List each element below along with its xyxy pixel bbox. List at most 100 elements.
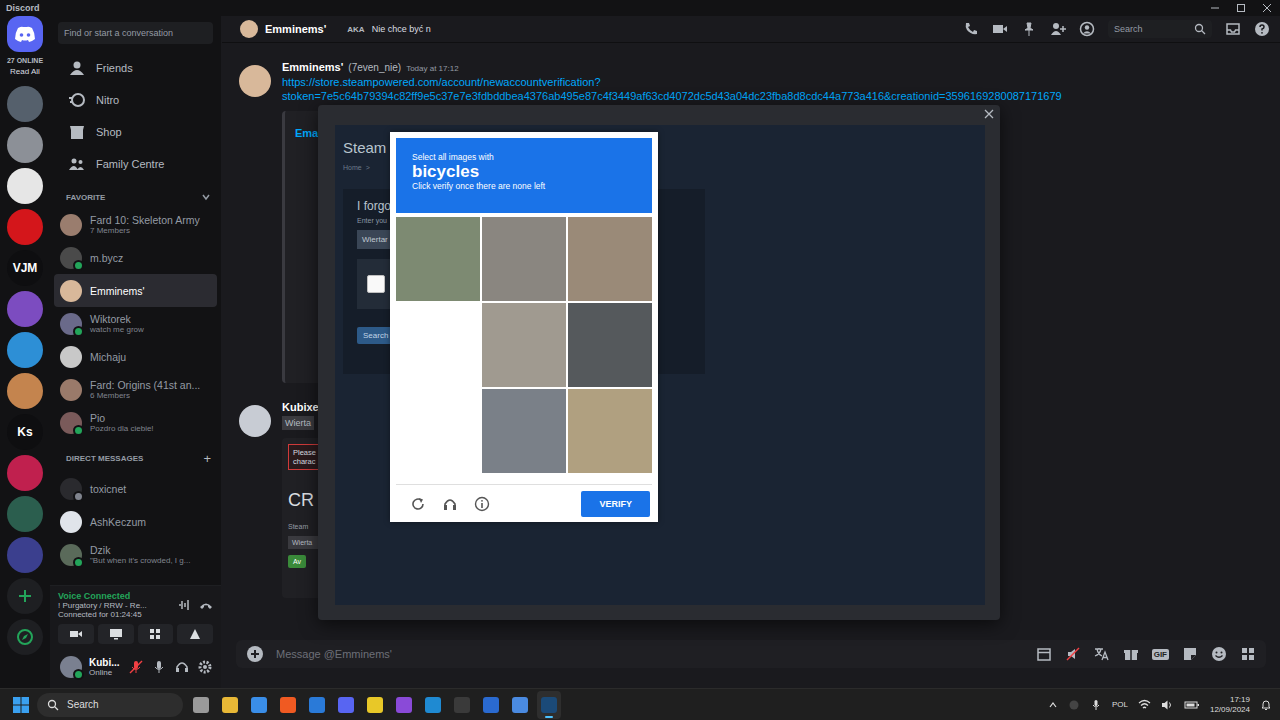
captcha-tile[interactable] <box>482 217 566 301</box>
captcha-tile[interactable] <box>396 303 480 387</box>
add-dm-button[interactable]: + <box>203 451 211 466</box>
apps-icon[interactable] <box>1240 646 1256 662</box>
calendar-icon[interactable] <box>1036 646 1052 662</box>
nav-item[interactable]: Nitro <box>56 84 215 116</box>
server-icon[interactable] <box>7 168 43 204</box>
language-indicator[interactable]: POL <box>1112 700 1128 709</box>
emoji-icon[interactable] <box>1211 646 1227 662</box>
microphone-icon[interactable] <box>1090 699 1102 711</box>
taskbar-app[interactable] <box>392 691 416 719</box>
breadcrumb-item[interactable]: Home <box>343 164 362 171</box>
conversation-item[interactable]: Wiktorekwatch me grow <box>54 307 217 340</box>
captcha-tile[interactable] <box>482 389 566 473</box>
notification-bell-icon[interactable] <box>1260 699 1272 711</box>
favorite-header[interactable]: FAVORITE <box>50 180 221 208</box>
reload-icon[interactable] <box>410 496 426 512</box>
conversation-item[interactable]: PioPozdro dla ciebie! <box>54 406 217 439</box>
attach-icon[interactable] <box>246 645 264 663</box>
speaker-icon[interactable] <box>1161 699 1174 711</box>
embed-title[interactable]: Ema <box>295 127 318 139</box>
server-icon[interactable] <box>7 496 43 532</box>
breadcrumb-item[interactable]: > <box>366 164 370 171</box>
add-friend-icon[interactable] <box>1050 21 1066 37</box>
taskbar-app[interactable] <box>421 691 445 719</box>
chevron-up-icon[interactable] <box>1048 700 1058 710</box>
server-icon[interactable] <box>7 209 43 245</box>
message-input[interactable]: Message @Emminems' <box>276 648 1024 660</box>
taskbar-app[interactable] <box>537 691 561 719</box>
gif-button[interactable]: GIF <box>1152 649 1169 660</box>
verify-button[interactable]: VERIFY <box>581 491 650 517</box>
header-search[interactable]: Search <box>1108 20 1212 38</box>
sticker-icon[interactable] <box>1182 646 1198 662</box>
close-icon[interactable] <box>984 109 994 119</box>
video-icon[interactable] <box>992 21 1008 37</box>
conversation-item[interactable]: m.bycz <box>54 241 217 274</box>
server-icon[interactable] <box>7 291 43 327</box>
captcha-tile[interactable] <box>568 303 652 387</box>
message-avatar[interactable] <box>239 65 271 97</box>
message-author[interactable]: Emminems' <box>282 61 343 73</box>
phone-icon[interactable] <box>963 21 979 37</box>
headphones-icon[interactable] <box>174 659 190 675</box>
taskbar-app[interactable] <box>218 691 242 719</box>
captcha-tile[interactable] <box>568 389 652 473</box>
home-button[interactable] <box>7 16 43 52</box>
activities-button[interactable] <box>138 624 174 644</box>
taskbar-app[interactable] <box>189 691 213 719</box>
server-icon[interactable] <box>7 537 43 573</box>
windows-start-icon[interactable] <box>13 697 29 713</box>
wifi-icon[interactable] <box>1138 699 1151 711</box>
taskbar-app[interactable] <box>247 691 271 719</box>
server-icon[interactable] <box>7 455 43 491</box>
taskbar-app[interactable] <box>363 691 387 719</box>
microphone-icon[interactable] <box>128 659 144 675</box>
server-icon[interactable] <box>7 86 43 122</box>
conversation-search[interactable]: Find or start a conversation <box>58 22 213 44</box>
dm-item[interactable]: toxicnet <box>54 472 217 505</box>
captcha-tile[interactable] <box>396 389 480 473</box>
taskbar-app[interactable] <box>508 691 532 719</box>
noise-icon[interactable] <box>177 598 191 612</box>
taskbar-app[interactable] <box>479 691 503 719</box>
captcha-tile[interactable] <box>568 217 652 301</box>
screen-share-button[interactable] <box>98 624 134 644</box>
microphone-icon[interactable] <box>151 659 167 675</box>
server-icon[interactable] <box>7 332 43 368</box>
gift-icon[interactable] <box>1123 646 1139 662</box>
mute-icon[interactable] <box>1065 646 1081 662</box>
captcha-tile[interactable] <box>482 303 566 387</box>
voice-channel[interactable]: ! Purgatory / RRW - Re... <box>58 601 169 610</box>
message-link[interactable]: https://store.steampowered.com/account/n… <box>282 75 1062 89</box>
app-tray-icon[interactable] <box>1068 699 1080 711</box>
recaptcha-checkbox[interactable] <box>367 275 385 293</box>
dm-item[interactable]: Dzik"But when it's crowded, I g... <box>54 538 217 571</box>
message-avatar[interactable] <box>239 405 271 437</box>
explore-button[interactable] <box>7 619 43 655</box>
close-icon[interactable] <box>1262 3 1272 13</box>
taskbar-app[interactable] <box>334 691 358 719</box>
conversation-item[interactable]: Emminems' <box>54 274 217 307</box>
read-all-button[interactable]: Read All <box>10 67 40 76</box>
conversation-item[interactable]: Fard 10: Skeleton Army7 Members <box>54 208 217 241</box>
dm-item[interactable]: AshKeczum <box>54 505 217 538</box>
maximize-icon[interactable] <box>1236 3 1246 13</box>
server-icon[interactable]: Ks <box>7 414 43 450</box>
user-avatar[interactable] <box>60 656 82 678</box>
taskbar-search[interactable]: Search <box>37 693 183 717</box>
nav-item[interactable]: Friends <box>56 52 215 84</box>
add-server-button[interactable] <box>7 578 43 614</box>
taskbar-app[interactable] <box>305 691 329 719</box>
taskbar-app[interactable] <box>450 691 474 719</box>
search-button[interactable]: Search <box>357 327 394 344</box>
headphones-icon[interactable] <box>442 496 458 512</box>
nav-item[interactable]: Shop <box>56 116 215 148</box>
conversation-item[interactable]: Fard: Origins (41st an...6 Members <box>54 373 217 406</box>
server-icon[interactable]: VJM <box>7 250 43 286</box>
minimize-icon[interactable] <box>1210 3 1220 13</box>
inbox-icon[interactable] <box>1225 21 1241 37</box>
video-button[interactable] <box>58 624 94 644</box>
message-link[interactable]: stoken=7e5c64b79394c82ff9e5c37e7e3fdbddb… <box>282 89 1062 103</box>
battery-icon[interactable] <box>1184 699 1200 711</box>
clock[interactable]: 17:1912/09/2024 <box>1210 695 1250 715</box>
